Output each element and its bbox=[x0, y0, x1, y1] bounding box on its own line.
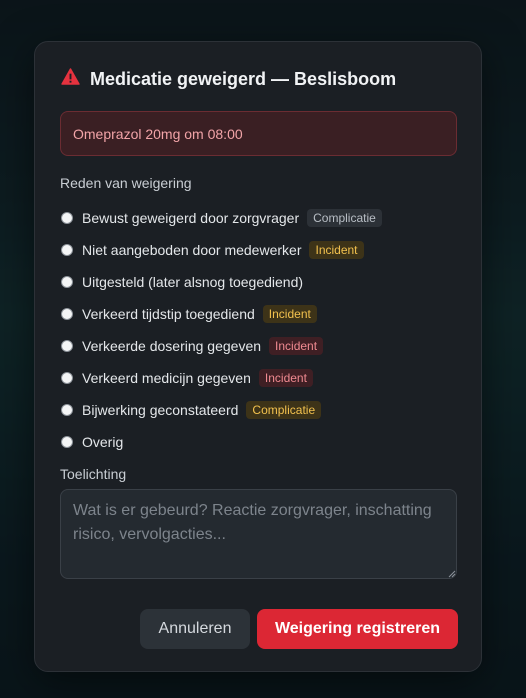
radio-button[interactable] bbox=[61, 340, 73, 352]
medication-info: Omeprazol 20mg om 08:00 bbox=[60, 111, 457, 156]
dialog-header: Medicatie geweigerd — Beslisboom bbox=[61, 68, 396, 90]
reason-option[interactable]: Niet aangeboden door medewerker Incident bbox=[60, 234, 460, 266]
reason-label: Uitgesteld (later alsnog toegediend) bbox=[82, 274, 304, 290]
reason-option[interactable]: Bijwerking geconstateerd Complicatie bbox=[60, 394, 460, 426]
reason-option[interactable]: Bewust geweigerd door zorgvrager Complic… bbox=[60, 202, 460, 234]
reason-option[interactable]: Verkeerde dosering gegeven Incident bbox=[60, 330, 460, 362]
radio-button[interactable] bbox=[61, 308, 73, 320]
reason-label: Bewust geweigerd door zorgvrager bbox=[82, 210, 300, 226]
cancel-button[interactable]: Annuleren bbox=[140, 609, 250, 649]
reason-option[interactable]: Uitgesteld (later alsnog toegediend) bbox=[60, 266, 460, 298]
dialog-title: Medicatie geweigerd — Beslisboom bbox=[90, 68, 397, 89]
register-refusal-button[interactable]: Weigering registreren bbox=[257, 609, 458, 649]
radio-button[interactable] bbox=[61, 436, 73, 448]
reason-label: Verkeerd medicijn gegeven bbox=[82, 370, 251, 386]
reason-tag: Complicatie bbox=[307, 209, 382, 227]
resize-grip-icon[interactable] bbox=[448, 570, 456, 578]
reason-tag: Incident bbox=[309, 241, 364, 259]
reason-label: Overig bbox=[82, 434, 124, 450]
reason-option[interactable]: Verkeerd medicijn gegeven Incident bbox=[60, 362, 460, 394]
radio-button[interactable] bbox=[61, 212, 73, 224]
reason-tag: Incident bbox=[269, 337, 324, 355]
reason-label: Niet aangeboden door medewerker bbox=[82, 242, 302, 258]
reason-tag: Incident bbox=[258, 369, 313, 387]
reason-label: Bijwerking geconstateerd bbox=[82, 402, 239, 418]
radio-button[interactable] bbox=[61, 276, 73, 288]
medication-text: Omeprazol 20mg om 08:00 bbox=[73, 125, 243, 142]
notes-textarea[interactable] bbox=[60, 489, 457, 579]
reason-tag: Complicatie bbox=[246, 401, 322, 419]
refusal-dialog: Medicatie geweigerd — Beslisboom Omepraz… bbox=[34, 41, 482, 672]
reason-tag: Incident bbox=[262, 305, 317, 323]
reason-label: Verkeerde dosering gegeven bbox=[82, 338, 262, 354]
notes-label: Toelichting bbox=[60, 466, 127, 482]
reason-section-label: Reden van weigering bbox=[60, 175, 192, 191]
reason-radio-group: Bewust geweigerd door zorgvrager Complic… bbox=[60, 202, 460, 458]
reason-option[interactable]: Verkeerd tijdstip toegediend Incident bbox=[60, 298, 460, 330]
reason-option[interactable]: Overig bbox=[60, 426, 460, 458]
radio-button[interactable] bbox=[61, 372, 73, 384]
reason-label: Verkeerd tijdstip toegediend bbox=[82, 306, 255, 322]
radio-button[interactable] bbox=[61, 404, 73, 416]
radio-button[interactable] bbox=[61, 244, 73, 256]
warning-triangle-icon bbox=[61, 68, 80, 90]
